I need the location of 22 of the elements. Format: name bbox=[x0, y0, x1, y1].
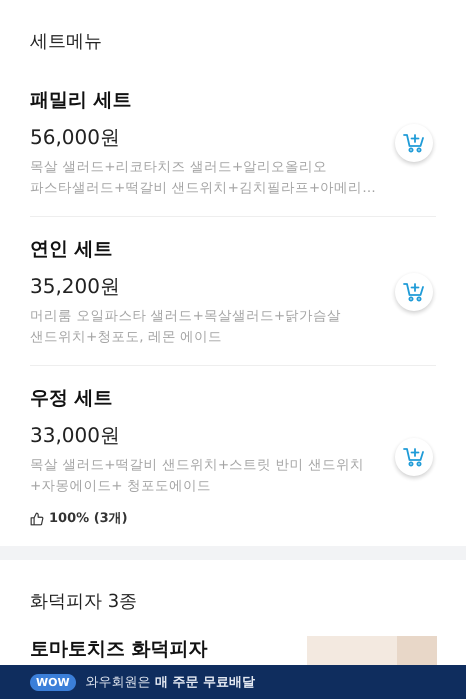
menu-item-price: 35,200원 bbox=[30, 273, 121, 300]
menu-item-name: 우정 세트 bbox=[30, 386, 114, 411]
rating-text: 100% (3개) bbox=[49, 510, 128, 528]
menu-item-name: 연인 세트 bbox=[30, 237, 114, 262]
add-to-cart-icon bbox=[403, 447, 425, 467]
menu-item-description: 목살 샐러드+떡갈비 샌드위치+스트릿 반미 샌드위치 +자몽에이드+ 청포도에이드 bbox=[30, 456, 365, 496]
add-to-cart-icon bbox=[403, 133, 425, 153]
menu-item-price: 33,000원 bbox=[30, 422, 121, 449]
menu-item-name: 패밀리 세트 bbox=[30, 88, 133, 113]
menu-item-price: 56,000원 bbox=[30, 124, 121, 151]
menu-item-description: 목살 샐러드+리코타치즈 샐러드+알리오올리오 파스타샐러드+떡갈비 샌드위치+김치필라프+아메리… bbox=[30, 158, 377, 198]
section-title: 세트메뉴 bbox=[30, 30, 103, 54]
banner-text: 와우회원은 매 주문 무료배달 bbox=[86, 674, 255, 691]
menu-item-description: 머리룸 오일파스타 샐러드+목살샐러드+닭가슴살 샌드위치+청포도, 레몬 에이드 bbox=[30, 307, 342, 347]
add-to-cart-button[interactable] bbox=[395, 273, 433, 311]
thumbs-up-icon bbox=[30, 512, 44, 526]
membership-badge: WOW bbox=[30, 674, 76, 690]
menu-item-name: 토마토치즈 화덕피자 bbox=[30, 637, 209, 662]
add-to-cart-button[interactable] bbox=[395, 438, 433, 476]
section-title: 화덕피자 3종 bbox=[30, 590, 138, 614]
add-to-cart-button[interactable] bbox=[395, 124, 433, 162]
add-to-cart-icon bbox=[403, 282, 425, 302]
